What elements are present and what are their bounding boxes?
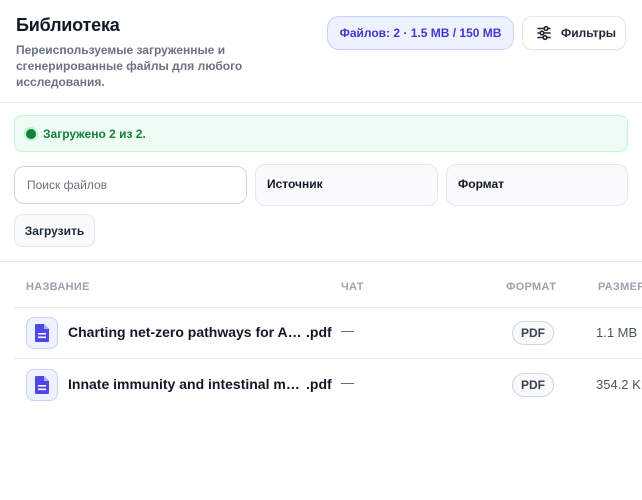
file-name[interactable]: Innate immunity and intestinal mi… <box>68 376 303 392</box>
file-extension: .pdf <box>306 376 332 392</box>
storage-stats-badge: Файлов: 2 · 1.5 MB / 150 MB <box>327 16 514 50</box>
library-header: Библиотека Переиспользуемые загруженные … <box>0 0 642 103</box>
size-cell: 1.1 MB <box>596 325 638 340</box>
sliders-icon <box>537 25 551 41</box>
document-icon <box>26 369 58 401</box>
column-header-size[interactable]: РАЗМЕР <box>598 281 642 293</box>
table-row[interactable]: Innate immunity and intestinal mi… .pdf … <box>14 359 642 411</box>
size-cell: 354.2 KB <box>596 377 642 392</box>
filters-button-label: Фильтры <box>561 26 617 40</box>
column-header-format[interactable]: ФОРМАТ <box>506 281 556 293</box>
table-row[interactable]: Charting net-zero pathways for A… .pdf —… <box>14 307 642 359</box>
page-title: Библиотека <box>16 15 120 35</box>
table-header: НАЗВАНИЕ ЧАТ ФОРМАТ РАЗМЕР <box>14 270 642 308</box>
format-select[interactable]: Формат <box>446 164 628 206</box>
file-extension: .pdf <box>306 324 332 340</box>
filters-button[interactable]: Фильтры <box>522 16 626 50</box>
upload-status-text: Загружено 2 из 2. <box>43 126 146 141</box>
source-select[interactable]: Источник <box>255 164 438 206</box>
upload-status-banner: Загружено 2 из 2. <box>14 115 628 152</box>
file-name[interactable]: Charting net-zero pathways for A… <box>68 324 303 340</box>
section-divider <box>0 261 642 262</box>
format-badge: PDF <box>512 373 554 397</box>
column-header-name[interactable]: НАЗВАНИЕ <box>26 281 90 293</box>
document-icon <box>26 317 58 349</box>
upload-button[interactable]: Загрузить <box>14 214 95 247</box>
search-input[interactable] <box>14 166 247 204</box>
status-dot-icon <box>26 128 36 139</box>
column-header-chat[interactable]: ЧАТ <box>341 281 364 293</box>
format-badge: PDF <box>512 321 554 345</box>
page-subtitle: Переиспользуемые загруженные и сгенериро… <box>16 43 243 89</box>
chat-cell: — <box>341 375 354 390</box>
chat-cell: — <box>341 323 354 338</box>
